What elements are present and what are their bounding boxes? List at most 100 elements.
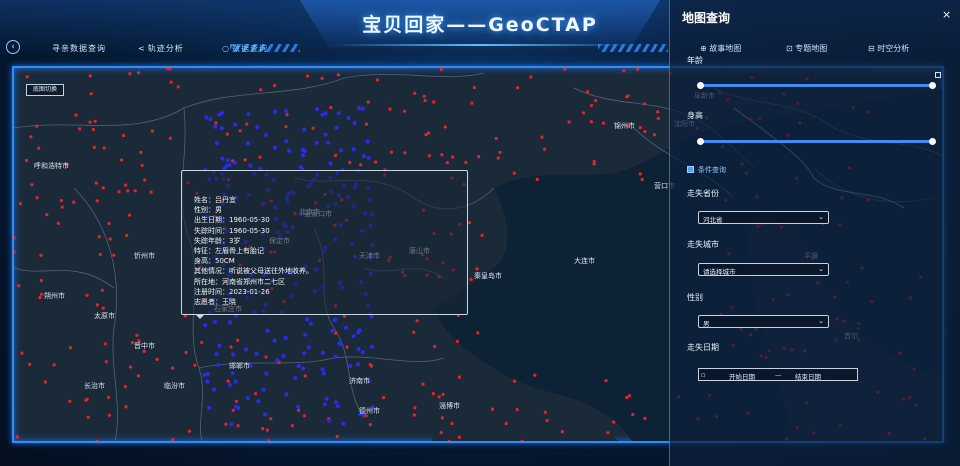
case-point-red[interactable]: [78, 127, 82, 131]
case-point-red[interactable]: [29, 135, 33, 139]
height-slider[interactable]: [697, 138, 936, 145]
case-point-blue[interactable]: [233, 122, 238, 127]
case-point-red[interactable]: [529, 75, 533, 79]
case-point-red[interactable]: [626, 94, 630, 98]
case-point-blue[interactable]: [273, 109, 278, 114]
case-point-red[interactable]: [45, 213, 49, 217]
case-point-red[interactable]: [368, 362, 372, 367]
case-point-blue[interactable]: [352, 121, 357, 126]
case-point-red[interactable]: [290, 424, 294, 428]
case-point-red[interactable]: [39, 292, 44, 296]
case-point-red[interactable]: [359, 163, 363, 167]
case-point-red[interactable]: [622, 69, 626, 73]
case-point-red[interactable]: [234, 399, 238, 403]
case-point-red[interactable]: [101, 186, 105, 190]
basemap-switch-button[interactable]: 底图切换: [26, 84, 64, 96]
case-point-red[interactable]: [643, 102, 647, 106]
case-point-red[interactable]: [638, 126, 642, 130]
case-point-blue[interactable]: [234, 404, 238, 409]
case-point-red[interactable]: [451, 155, 455, 159]
case-point-red[interactable]: [200, 340, 204, 345]
case-point-red[interactable]: [441, 392, 445, 396]
case-point-blue[interactable]: [351, 147, 356, 152]
gender-select[interactable]: 男 ⌄: [698, 315, 829, 328]
case-point-red[interactable]: [169, 80, 173, 84]
case-point-red[interactable]: [104, 360, 108, 364]
case-point-blue[interactable]: [306, 345, 311, 350]
case-point-blue[interactable]: [305, 317, 310, 322]
case-point-red[interactable]: [86, 415, 90, 419]
case-point-red[interactable]: [656, 110, 660, 114]
case-point-red[interactable]: [92, 145, 96, 149]
case-point-red[interactable]: [214, 121, 218, 125]
case-point-red[interactable]: [440, 153, 444, 157]
case-point-red[interactable]: [494, 136, 498, 141]
case-point-blue[interactable]: [246, 396, 250, 401]
case-point-red[interactable]: [112, 253, 116, 257]
case-point-blue[interactable]: [298, 165, 303, 170]
case-point-red[interactable]: [334, 331, 338, 335]
case-point-blue[interactable]: [365, 139, 370, 144]
case-point-red[interactable]: [88, 74, 92, 78]
case-point-red[interactable]: [170, 366, 175, 370]
case-point-red[interactable]: [368, 423, 372, 427]
case-point-red[interactable]: [636, 68, 640, 71]
case-point-red[interactable]: [17, 284, 21, 288]
case-point-red[interactable]: [545, 418, 549, 423]
case-point-red[interactable]: [427, 154, 431, 158]
case-point-blue[interactable]: [231, 352, 236, 357]
case-point-red[interactable]: [412, 413, 416, 417]
case-point-blue[interactable]: [293, 376, 298, 380]
case-point-red[interactable]: [421, 382, 425, 386]
case-point-red[interactable]: [72, 200, 76, 204]
case-point-red[interactable]: [267, 439, 271, 442]
case-point-red[interactable]: [284, 125, 288, 129]
case-point-red[interactable]: [103, 342, 107, 346]
case-point-red[interactable]: [133, 189, 137, 193]
case-point-blue[interactable]: [204, 115, 209, 120]
case-point-red[interactable]: [303, 374, 307, 378]
case-point-blue[interactable]: [233, 379, 238, 384]
case-point-red[interactable]: [336, 73, 340, 77]
case-point-blue[interactable]: [254, 351, 259, 356]
case-point-red[interactable]: [297, 408, 301, 412]
case-point-red[interactable]: [496, 156, 500, 160]
case-point-red[interactable]: [469, 277, 473, 281]
case-point-red[interactable]: [560, 430, 564, 434]
case-point-red[interactable]: [470, 101, 474, 105]
case-point-red[interactable]: [193, 363, 197, 367]
case-point-red[interactable]: [498, 150, 502, 154]
case-point-red[interactable]: [589, 103, 594, 108]
case-point-red[interactable]: [120, 158, 124, 162]
case-point-red[interactable]: [540, 135, 544, 139]
case-point-red[interactable]: [225, 132, 229, 136]
case-point-blue[interactable]: [357, 106, 361, 111]
case-point-red[interactable]: [128, 72, 132, 76]
case-point-blue[interactable]: [214, 352, 219, 357]
close-icon[interactable]: ×: [942, 8, 951, 21]
case-point-red[interactable]: [447, 439, 451, 443]
case-point-blue[interactable]: [212, 319, 217, 324]
case-point-blue[interactable]: [215, 141, 219, 146]
case-point-blue[interactable]: [265, 328, 270, 333]
case-point-red[interactable]: [155, 357, 159, 361]
case-point-blue[interactable]: [346, 116, 351, 120]
case-point-blue[interactable]: [228, 320, 232, 325]
case-point-red[interactable]: [60, 205, 64, 209]
case-point-blue[interactable]: [323, 111, 328, 116]
province-select[interactable]: 河北省 ⌄: [698, 211, 829, 224]
case-point-blue[interactable]: [207, 405, 212, 410]
case-point-red[interactable]: [415, 319, 419, 323]
condition-query-checkbox[interactable]: [687, 166, 694, 173]
case-point-red[interactable]: [382, 396, 386, 400]
case-point-red[interactable]: [124, 183, 128, 187]
case-point-red[interactable]: [226, 379, 230, 383]
case-point-red[interactable]: [20, 351, 24, 355]
case-point-red[interactable]: [656, 116, 660, 120]
case-point-red[interactable]: [14, 236, 16, 240]
height-slider-min-handle[interactable]: [697, 138, 704, 145]
case-point-red[interactable]: [432, 100, 436, 104]
case-point-red[interactable]: [259, 88, 263, 92]
case-point-red[interactable]: [184, 350, 188, 355]
case-point-red[interactable]: [39, 278, 43, 283]
